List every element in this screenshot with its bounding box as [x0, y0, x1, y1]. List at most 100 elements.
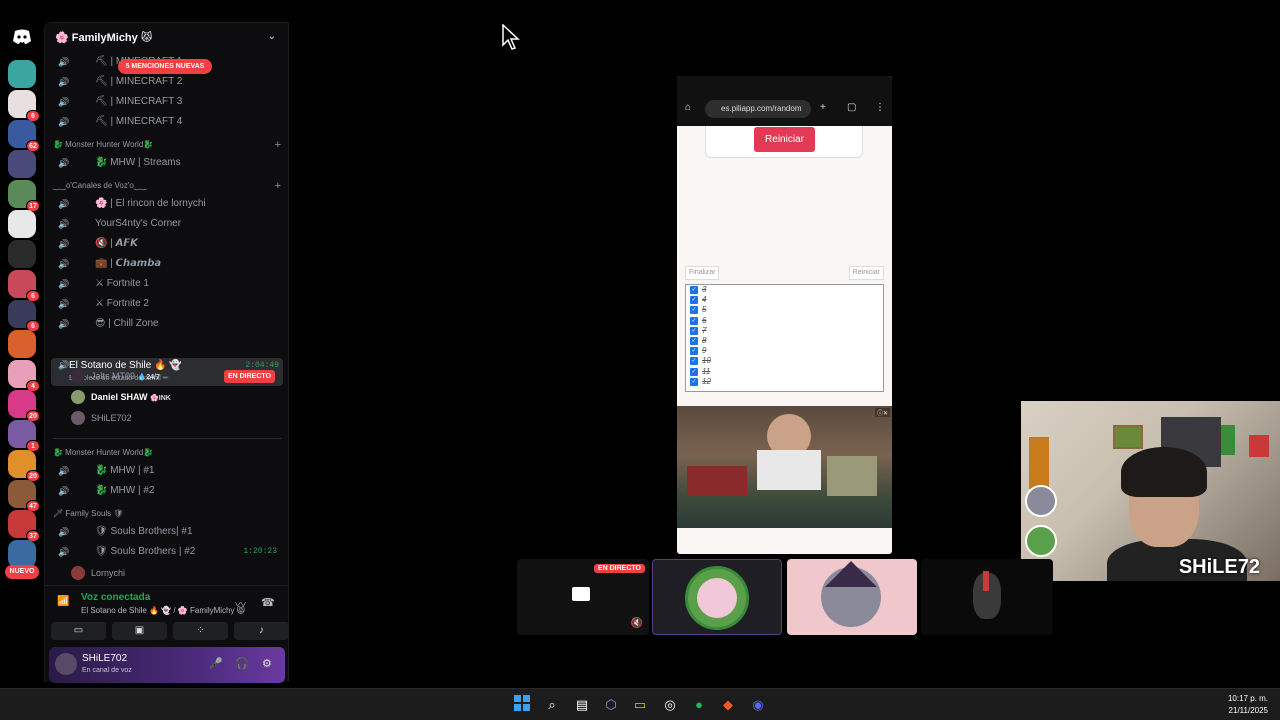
list-item[interactable]: ✓ 12: [686, 377, 883, 387]
ad-info-icon[interactable]: ⓘ✕: [874, 408, 890, 417]
file-explorer-icon[interactable]: ▭: [630, 695, 650, 715]
windows-start-icon[interactable]: [512, 695, 532, 715]
spotify-icon[interactable]: ●: [689, 695, 709, 715]
reiniciar-button[interactable]: Reiniciar: [754, 127, 815, 152]
new-mentions-badge[interactable]: 5 MENCIONES NUEVAS: [118, 59, 212, 74]
voice-channel[interactable]: 🔊 YourS4nty's Corner: [51, 215, 283, 233]
server-icon[interactable]: 6: [8, 300, 40, 332]
disconnect-icon[interactable]: ☎: [261, 596, 275, 609]
noise-suppression-icon[interactable]: 〰: [235, 596, 246, 612]
chevron-down-icon[interactable]: ⌄: [268, 31, 276, 42]
checkbox-icon[interactable]: ✓: [690, 336, 698, 345]
discord-home-icon[interactable]: [9, 28, 35, 48]
new-tab-icon[interactable]: +: [820, 102, 826, 113]
voice-user[interactable]: Lornychi: [71, 564, 281, 582]
list-item[interactable]: ✓ 10: [686, 356, 883, 366]
category-header[interactable]: 🐉 Monster Hunter World🐉 +: [53, 138, 283, 152]
tabs-icon[interactable]: ▢: [847, 102, 856, 113]
server-icon[interactable]: 6: [8, 90, 40, 122]
participant-tile[interactable]: [921, 559, 1053, 635]
gear-icon[interactable]: ⚙: [262, 657, 272, 670]
activities-button[interactable]: ⁘: [173, 622, 228, 640]
voice-channel[interactable]: 🔊 💼 | 𝘾𝙝𝙖𝙢𝙗𝙖: [51, 255, 283, 273]
server-icon[interactable]: [8, 330, 36, 358]
reiniciar-small-button[interactable]: Reiniciar: [848, 266, 884, 280]
server-icon[interactable]: 17: [8, 180, 40, 212]
voice-channel[interactable]: 🔊 😎 | Chill Zone: [51, 315, 283, 333]
brave-icon[interactable]: ◆: [718, 695, 738, 715]
voice-channel[interactable]: 🔊 🐉 MHW | #2: [51, 482, 283, 500]
voice-user[interactable]: Daniel SHAW 🌸INK: [71, 388, 281, 406]
voice-channel[interactable]: 🔊 ⛏ | MINECRAFT 3: [51, 93, 283, 111]
checkbox-icon[interactable]: ✓: [690, 306, 698, 315]
checkbox-icon[interactable]: ✓: [690, 367, 698, 376]
server-icon[interactable]: 20: [8, 390, 40, 422]
user-name[interactable]: SHiLE702: [82, 653, 127, 664]
avatar[interactable]: [55, 653, 77, 675]
list-item[interactable]: ✓ 9: [686, 346, 883, 356]
list-item[interactable]: ✓ 8: [686, 336, 883, 346]
server-icon[interactable]: [8, 150, 36, 178]
voice-location[interactable]: El Sotano de Shile 🔥 👻 / 🌸 FamilyMichy 😾: [81, 606, 245, 615]
new-servers-badge[interactable]: NUEVO: [5, 565, 39, 579]
category-header[interactable]: 🗡 Family Souls 🛡: [53, 507, 283, 521]
voice-channel[interactable]: 🔊 🐉 MHW | Streams: [51, 154, 283, 172]
checkbox-icon[interactable]: ✓: [690, 296, 698, 305]
task-view-icon[interactable]: ▤: [572, 695, 592, 715]
list-item[interactable]: ✓ 5: [686, 305, 883, 315]
finalizar-button[interactable]: Finalizar: [685, 266, 720, 280]
home-icon[interactable]: ⌂: [685, 102, 691, 113]
voice-channel[interactable]: 🔊 🛡 Souls Brothers | #2 1:20:23: [51, 543, 283, 561]
voice-user[interactable]: Jalts MT09 💧24/7 EN DIRECTO: [71, 367, 281, 385]
address-bar[interactable]: es.piliapp.com/random: [705, 100, 811, 118]
checkbox-icon[interactable]: ✓: [690, 326, 698, 335]
checkbox-icon[interactable]: ✓: [690, 357, 698, 366]
muted-icon[interactable]: 🔇: [631, 618, 643, 629]
voice-channel[interactable]: 🔊 🌸 | El rincon de lornychi: [51, 195, 283, 213]
more-menu-icon[interactable]: ⋮: [875, 102, 885, 113]
checkbox-icon[interactable]: ✓: [690, 316, 698, 325]
server-icon[interactable]: 1: [8, 420, 40, 452]
add-channel-icon[interactable]: +: [275, 179, 281, 193]
headphones-icon[interactable]: 🎧: [235, 657, 249, 670]
server-icon[interactable]: [8, 210, 36, 238]
participant-tile[interactable]: [652, 559, 782, 635]
server-icon[interactable]: 62: [8, 120, 40, 152]
list-item[interactable]: ✓ 6: [686, 316, 883, 326]
voice-channel[interactable]: 🔊 ⛏ | MINECRAFT 2: [51, 73, 283, 91]
screen-share-button[interactable]: ▣: [112, 622, 167, 640]
camera-button[interactable]: ▭: [51, 622, 106, 640]
soundboard-button[interactable]: ♪: [234, 622, 289, 640]
signal-icon[interactable]: 📶: [57, 596, 69, 607]
server-icon[interactable]: 47: [8, 480, 40, 512]
add-channel-icon[interactable]: +: [275, 138, 281, 152]
voice-channel[interactable]: 🔊 🐉 MHW | #1: [51, 462, 283, 480]
server-icon[interactable]: [8, 60, 36, 88]
search-icon[interactable]: ⌕: [542, 695, 562, 715]
system-clock[interactable]: 10:17 p. m. 21/11/2025: [1228, 693, 1268, 717]
stream-tile[interactable]: EN DIRECTO 🔇: [517, 559, 649, 635]
microphone-icon[interactable]: 🎤: [209, 657, 223, 670]
browser-icon[interactable]: ◎: [660, 695, 680, 715]
voice-status[interactable]: Voz conectada: [81, 592, 150, 603]
discord-taskbar-icon[interactable]: ◉: [748, 695, 768, 715]
participant-tile[interactable]: [787, 559, 917, 635]
checkbox-icon[interactable]: ✓: [690, 286, 698, 294]
list-item[interactable]: ✓ 3: [686, 285, 883, 295]
server-header[interactable]: 🌸 FamilyMichy 😾 ⌄: [45, 23, 288, 53]
checkbox-icon[interactable]: ✓: [690, 377, 698, 386]
category-header[interactable]: 🐉 Monster Hunter World🐉: [53, 446, 283, 460]
voice-channel[interactable]: 🔊 🛡 Souls Brothers| #1: [51, 523, 283, 541]
list-item[interactable]: ✓ 11: [686, 367, 883, 377]
server-icon[interactable]: 6: [8, 270, 40, 302]
voice-channel[interactable]: 🔊 🔇 | 𝘼𝙁𝙆: [51, 235, 283, 253]
server-icon[interactable]: [8, 240, 36, 268]
screen-share-stream[interactable]: ⌂ es.piliapp.com/random + ▢ ⋮ Reiniciar …: [677, 76, 892, 554]
server-icon[interactable]: [8, 540, 36, 568]
server-icon[interactable]: 20: [8, 450, 40, 482]
voice-channel[interactable]: 🔊 ⛏ | MINECRAFT 4: [51, 113, 283, 131]
video-ad[interactable]: ⓘ✕: [677, 406, 892, 528]
checkbox-icon[interactable]: ✓: [690, 347, 698, 356]
list-item[interactable]: ✓ 7: [686, 326, 883, 336]
list-item[interactable]: ✓ 4: [686, 295, 883, 305]
